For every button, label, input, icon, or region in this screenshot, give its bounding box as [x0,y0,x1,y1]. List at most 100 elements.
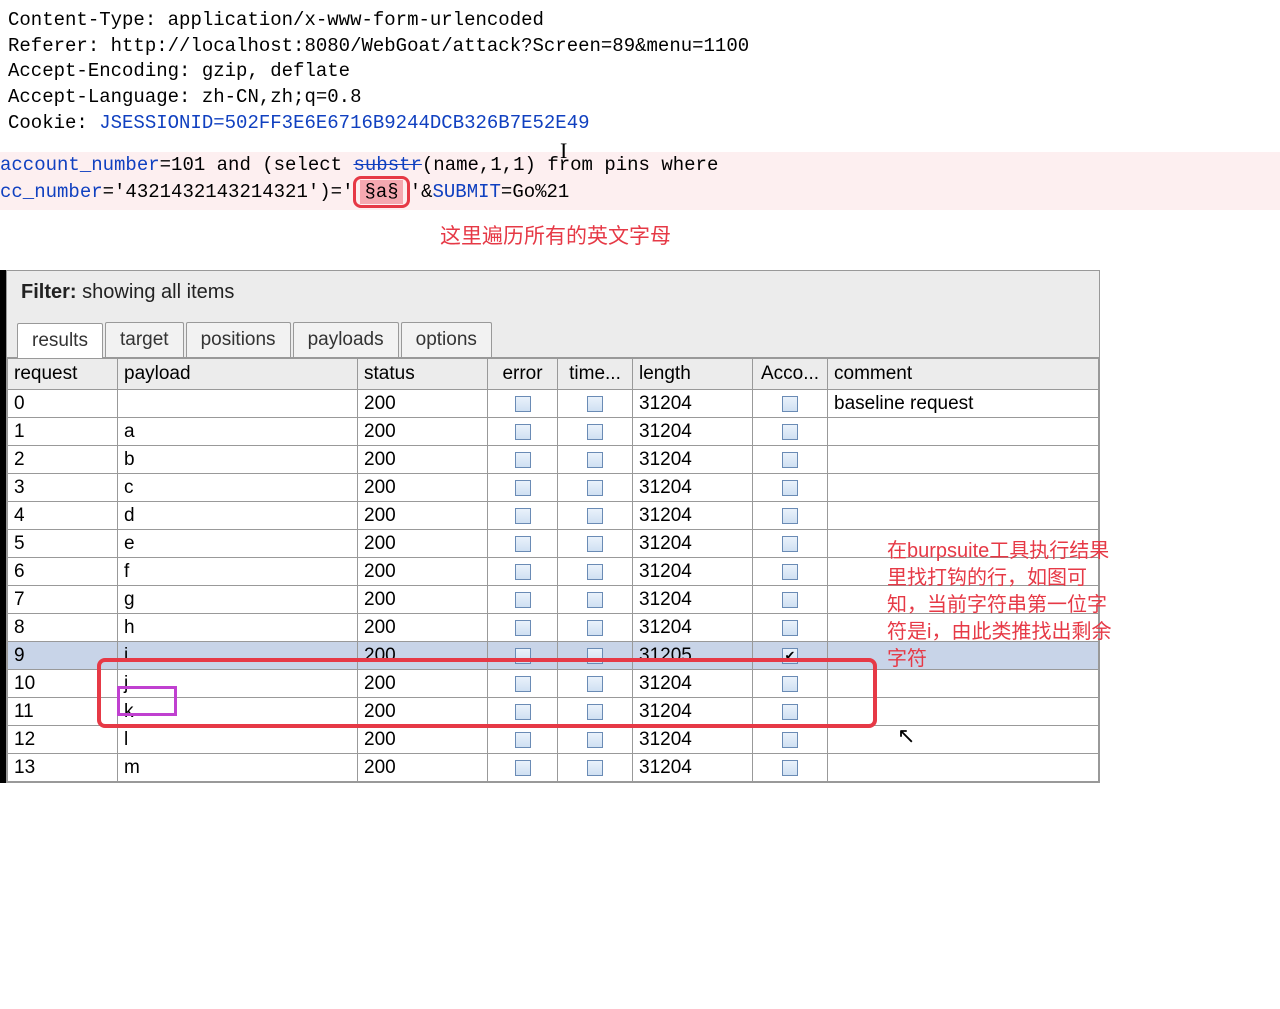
cell-acco [753,586,828,614]
checkbox-icon [782,620,798,636]
cell-acco [753,390,828,418]
table-row[interactable]: 10j20031204 [8,670,1099,698]
header-accept-language: Accept-Language: zh-CN,zh;q=0.8 [8,85,1272,111]
cell-acco [753,670,828,698]
cell-payload: c [118,474,358,502]
tab-payloads[interactable]: payloads [293,322,399,357]
checkbox-icon [587,704,603,720]
filter-bar[interactable]: Filter: showing all items [7,271,1099,314]
table-row[interactable]: 11k20031204 [8,698,1099,726]
tab-options[interactable]: options [401,322,492,357]
cursor-arrow-icon: ↖ [897,723,915,749]
header-cookie: Cookie: JSESSIONID=502FF3E6E6716B9244DCB… [8,111,1272,137]
checkbox-icon [587,508,603,524]
checkbox-icon [782,536,798,552]
cell-comment [828,698,1099,726]
cell-status: 200 [358,754,488,782]
table-row[interactable]: 2b20031204 [8,446,1099,474]
col-header-time[interactable]: time... [558,359,633,390]
cell-request: 6 [8,558,118,586]
cell-payload: d [118,502,358,530]
cell-length: 31204 [633,418,753,446]
col-header-acco[interactable]: Acco... [753,359,828,390]
cell-comment [828,670,1099,698]
tab-positions[interactable]: positions [186,322,291,357]
checkbox-icon [782,760,798,776]
col-header-error[interactable]: error [488,359,558,390]
cell-payload [118,390,358,418]
tab-results[interactable]: results [17,323,103,358]
checkbox-icon [515,732,531,748]
cell-acco [753,726,828,754]
cell-timeout [558,642,633,670]
cell-acco [753,642,828,670]
cell-error [488,586,558,614]
http-headers: Content-Type: application/x-www-form-url… [0,0,1280,144]
cell-timeout [558,502,633,530]
table-row[interactable]: 3c20031204 [8,474,1099,502]
checkbox-icon [782,480,798,496]
cell-comment [828,418,1099,446]
checkbox-icon [515,396,531,412]
checkbox-icon [515,508,531,524]
cell-acco [753,446,828,474]
filter-text: showing all items [82,281,234,303]
cell-comment [828,726,1099,754]
cell-length: 31204 [633,586,753,614]
checkbox-icon [515,536,531,552]
checkbox-icon [587,592,603,608]
cell-acco [753,530,828,558]
annotation-iterate-letters: 这里遍历所有的英文字母 [0,210,1280,270]
checkbox-icon [782,704,798,720]
checkbox-icon [515,592,531,608]
checkbox-icon [587,480,603,496]
cell-length: 31204 [633,502,753,530]
checkbox-icon [515,704,531,720]
checkbox-icon [587,564,603,580]
cell-length: 31204 [633,530,753,558]
cell-payload: k [118,698,358,726]
cell-status: 200 [358,642,488,670]
cell-error [488,530,558,558]
cell-timeout [558,586,633,614]
table-row[interactable]: 1a20031204 [8,418,1099,446]
cell-status: 200 [358,502,488,530]
checkbox-icon [515,480,531,496]
cell-error [488,614,558,642]
cell-length: 31204 [633,698,753,726]
cell-payload: f [118,558,358,586]
http-body[interactable]: account_number=101 and (select substr(na… [0,152,1280,210]
cell-request: 5 [8,530,118,558]
annotation-find-checked: 在burpsuite工具执行结果里找打钩的行，如图可知，当前字符串第一位字符是i… [887,538,1117,673]
cell-length: 31204 [633,474,753,502]
tab-target[interactable]: target [105,322,184,357]
header-referer: Referer: http://localhost:8080/WebGoat/a… [8,34,1272,60]
table-row[interactable]: 4d20031204 [8,502,1099,530]
checkbox-icon [515,760,531,776]
cell-payload: h [118,614,358,642]
cell-payload: i [118,642,358,670]
col-header-payload[interactable]: payload [118,359,358,390]
cell-timeout [558,754,633,782]
col-header-comment[interactable]: comment [828,359,1099,390]
cell-request: 12 [8,726,118,754]
checkbox-icon [515,676,531,692]
table-row[interactable]: 12l20031204 [8,726,1099,754]
table-row[interactable]: 13m20031204 [8,754,1099,782]
cell-status: 200 [358,698,488,726]
col-header-request[interactable]: request [8,359,118,390]
payload-marker-box: §a§ [353,176,409,208]
col-header-length[interactable]: length [633,359,753,390]
cell-error [488,726,558,754]
cell-error [488,670,558,698]
cell-request: 3 [8,474,118,502]
filter-label: Filter: [21,281,77,303]
checkbox-icon [515,564,531,580]
table-row[interactable]: 020031204baseline request [8,390,1099,418]
cell-error [488,558,558,586]
col-header-status[interactable]: status [358,359,488,390]
cell-timeout [558,698,633,726]
cell-timeout [558,446,633,474]
cell-comment [828,474,1099,502]
cell-length: 31204 [633,390,753,418]
